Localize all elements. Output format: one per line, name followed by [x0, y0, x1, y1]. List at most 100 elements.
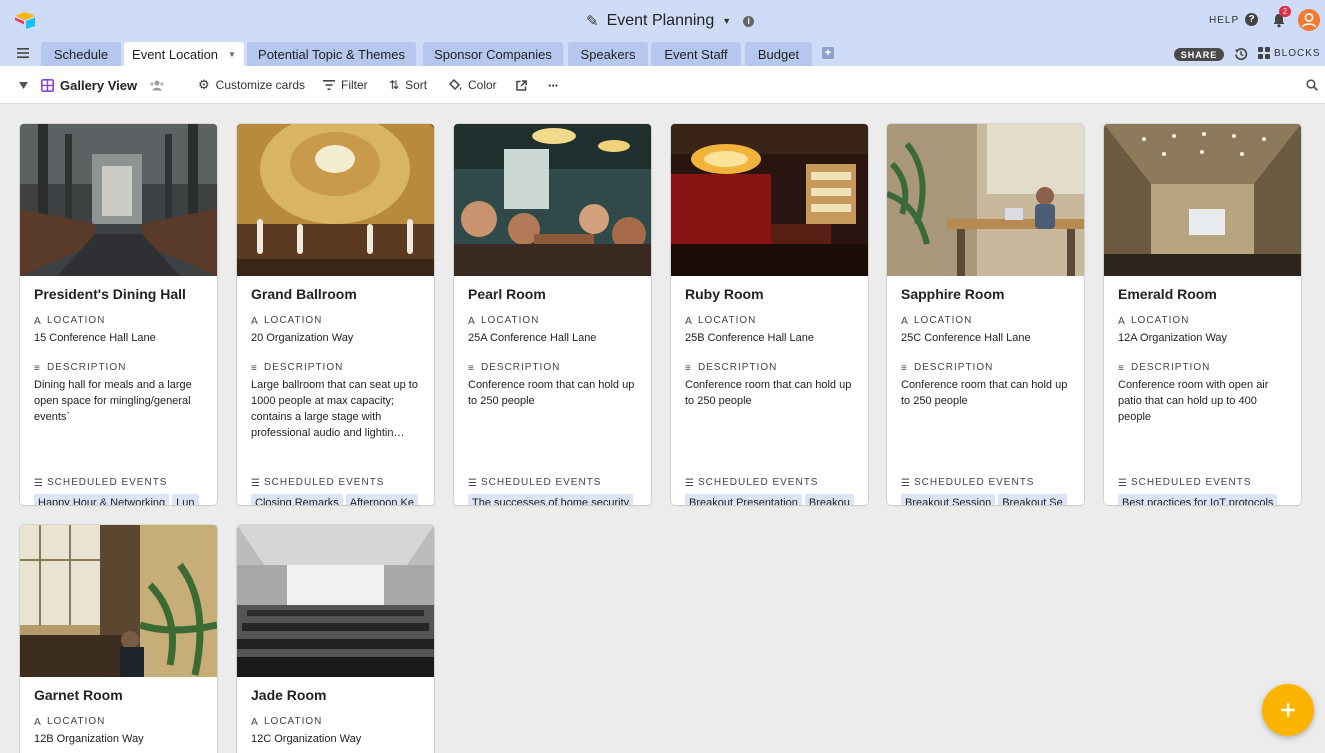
card-cover-image: [20, 124, 217, 276]
text-field-icon: 𝖠: [685, 316, 693, 327]
location-value: 15 Conference Hall Lane: [34, 332, 156, 344]
avatar[interactable]: [1298, 9, 1320, 31]
long-text-icon: ≡: [468, 363, 475, 374]
gallery-card[interactable]: Sapphire Room 𝖠 LOCATION 25C Conference H…: [887, 124, 1084, 505]
color-label: Color: [468, 78, 497, 92]
location-value: 25A Conference Hall Lane: [468, 332, 597, 344]
location-field-label: 𝖠 LOCATION: [34, 315, 106, 327]
scheduled-events-field-label: ☰ SCHEDULED EVENTS: [685, 477, 819, 489]
add-table-icon[interactable]: +: [822, 47, 834, 59]
collaborators-view-button[interactable]: [149, 66, 165, 104]
linked-events: Breakout Presentation Breakou: [685, 493, 857, 505]
share-view-button[interactable]: [516, 66, 527, 104]
blocks-label: BLOCKS: [1274, 47, 1321, 59]
card-cover-image: [20, 525, 217, 677]
description-value: Conference room with open air patio that…: [1118, 379, 1269, 423]
card-cover-image: [887, 124, 1084, 276]
chevron-down-icon[interactable]: ▼: [722, 16, 731, 26]
help-link[interactable]: HELP: [1209, 15, 1239, 26]
location-value: 12A Organization Way: [1118, 332, 1228, 344]
view-switcher[interactable]: Gallery View: [41, 66, 137, 104]
description-field-label: ≡ DESCRIPTION: [901, 362, 994, 374]
tab-potential-topic-themes[interactable]: Potential Topic & Themes: [247, 42, 416, 66]
linked-record-chip[interactable]: Breakout Se: [998, 494, 1067, 505]
linked-record-chip[interactable]: Breakout Session: [901, 494, 996, 505]
pencil-icon[interactable]: ✎: [586, 12, 599, 30]
linked-record-chip[interactable]: The successes of home security: [468, 494, 634, 505]
location-field-label: 𝖠 LOCATION: [34, 716, 106, 728]
description-field-label: ≡ DESCRIPTION: [1118, 362, 1211, 374]
gallery-card[interactable]: Pearl Room 𝖠 LOCATION 25A Conference Hall…: [454, 124, 651, 505]
gallery-card[interactable]: President's Dining Hall 𝖠 LOCATION 15 Con…: [20, 124, 217, 505]
tab-speakers[interactable]: Speakers: [568, 42, 648, 66]
blocks-icon: [1258, 47, 1270, 59]
description-field-label: ≡ DESCRIPTION: [251, 362, 344, 374]
card-cover-image: [237, 525, 434, 677]
card-title: Pearl Room: [468, 286, 546, 302]
share-button[interactable]: SHARE: [1174, 48, 1224, 61]
airtable-logo-icon[interactable]: [14, 11, 36, 29]
gallery-card[interactable]: Grand Ballroom 𝖠 LOCATION 20 Organization…: [237, 124, 434, 505]
linked-record-icon: ☰: [685, 478, 695, 489]
blocks-button[interactable]: BLOCKS: [1258, 47, 1321, 59]
view-list-toggle[interactable]: [19, 66, 28, 104]
description-field-label: ≡ DESCRIPTION: [34, 362, 127, 374]
scheduled-events-field-label: ☰ SCHEDULED EVENTS: [468, 477, 602, 489]
hamburger-icon[interactable]: [17, 48, 29, 58]
card-title: Ruby Room: [685, 286, 764, 302]
tab-event-location[interactable]: Event Location ▼: [124, 42, 244, 66]
long-text-icon: ≡: [251, 363, 258, 374]
linked-events: Closing Remarks Afternoon Ke: [251, 493, 423, 505]
long-text-icon: ≡: [34, 363, 41, 374]
sort-label: Sort: [405, 78, 428, 92]
linked-events: Best practices for IoT protocols: [1118, 493, 1290, 505]
sort-button[interactable]: ⇅ Sort: [389, 66, 427, 104]
long-text-icon: ≡: [901, 363, 908, 374]
linked-record-icon: ☰: [1118, 478, 1128, 489]
base-title-area[interactable]: ✎ Event Planning ▼ i: [586, 10, 755, 32]
info-icon[interactable]: i: [743, 15, 755, 27]
customize-cards-button[interactable]: ⚙ Customize cards: [198, 66, 305, 104]
linked-record-icon: ☰: [468, 478, 478, 489]
filter-button[interactable]: Filter: [323, 66, 368, 104]
long-text-icon: ≡: [685, 363, 692, 374]
tab-sponsor-companies[interactable]: Sponsor Companies: [423, 42, 563, 66]
linked-record-chip[interactable]: Breakout Presentation: [685, 494, 802, 505]
linked-record-chip[interactable]: Afternoon Ke: [345, 494, 418, 505]
base-title[interactable]: Event Planning: [607, 12, 715, 30]
tab-event-staff[interactable]: Event Staff: [651, 42, 741, 66]
sort-icon: ⇅: [389, 78, 400, 92]
linked-record-icon: ☰: [34, 478, 44, 489]
gallery-card[interactable]: Garnet Room 𝖠 LOCATION 12B Organization W…: [20, 525, 217, 753]
caret-down-icon: [19, 81, 28, 89]
add-record-button[interactable]: [1262, 684, 1314, 736]
more-options-button[interactable]: ···: [548, 66, 559, 104]
customize-cards-label: Customize cards: [215, 78, 306, 92]
more-icon: ···: [548, 77, 559, 93]
chevron-down-icon[interactable]: ▼: [228, 50, 236, 59]
linked-record-chip[interactable]: Happy Hour & Networking: [34, 494, 170, 505]
help-icon[interactable]: ?: [1245, 13, 1258, 26]
gallery-card[interactable]: Ruby Room 𝖠 LOCATION 25B Conference Hall …: [671, 124, 868, 505]
linked-record-chip[interactable]: Lun: [172, 494, 199, 505]
gallery-card[interactable]: Emerald Room 𝖠 LOCATION 12A Organization …: [1104, 124, 1301, 505]
history-icon[interactable]: [1234, 47, 1248, 61]
view-toolbar: Gallery View ⚙ Customize cards Filter ⇅ …: [0, 66, 1325, 104]
linked-events: Happy Hour & Networking Lun: [34, 493, 206, 505]
description-value: Conference room that can hold up to 250 …: [685, 379, 852, 407]
scheduled-events-field-label: ☰ SCHEDULED EVENTS: [1118, 477, 1252, 489]
card-cover-image: [1104, 124, 1301, 276]
long-text-icon: ≡: [1118, 363, 1125, 374]
scheduled-events-field-label: ☰ SCHEDULED EVENTS: [251, 477, 385, 489]
tab-schedule[interactable]: Schedule: [41, 42, 121, 66]
card-cover-image: [237, 124, 434, 276]
linked-record-chip[interactable]: Best practices for IoT protocols: [1118, 494, 1278, 505]
tab-budget[interactable]: Budget: [745, 42, 812, 66]
color-button[interactable]: Color: [449, 66, 497, 104]
gallery-card[interactable]: Jade Room 𝖠 LOCATION 12C Organization Way: [237, 525, 434, 753]
filter-icon: [323, 80, 335, 90]
description-value: Dining hall for meals and a large open s…: [34, 379, 192, 423]
search-button[interactable]: [1306, 66, 1318, 104]
linked-record-chip[interactable]: Breakou: [804, 494, 854, 505]
linked-record-chip[interactable]: Closing Remarks: [251, 494, 343, 505]
